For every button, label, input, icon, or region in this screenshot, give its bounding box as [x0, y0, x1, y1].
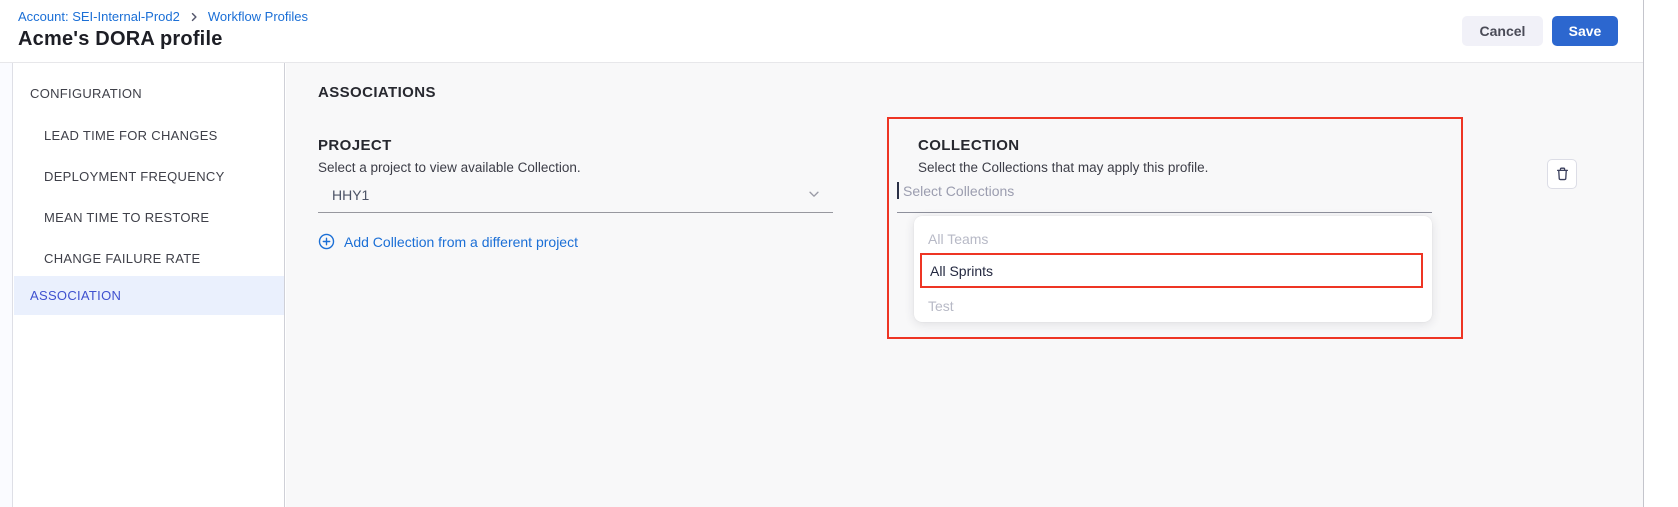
project-description: Select a project to view available Colle…	[318, 160, 581, 175]
chevron-down-icon	[807, 187, 821, 201]
chevron-right-icon	[188, 11, 200, 23]
collections-dropdown: All Teams All Sprints Test	[914, 216, 1432, 322]
trash-icon	[1555, 166, 1570, 182]
collections-input-underline	[897, 212, 1432, 213]
breadcrumb: Account: SEI-Internal-Prod2 Workflow Pro…	[18, 9, 308, 24]
project-select-value: HHY1	[332, 187, 369, 203]
page-title: Acme's DORA profile	[18, 28, 223, 51]
page-edge-divider	[1643, 0, 1644, 507]
collection-description: Select the Collections that may apply th…	[918, 160, 1208, 175]
page-header: Account: SEI-Internal-Prod2 Workflow Pro…	[0, 0, 1643, 63]
project-select[interactable]: HHY1	[318, 181, 833, 213]
sidebar-item-association[interactable]: ASSOCIATION	[14, 276, 284, 315]
sidebar-item-lead-time-for-changes[interactable]: LEAD TIME FOR CHANGES	[14, 120, 284, 150]
save-button[interactable]: Save	[1552, 16, 1618, 46]
collections-input-placeholder: Select Collections	[903, 183, 1014, 199]
associations-heading: ASSOCIATIONS	[318, 84, 436, 101]
app-window: Account: SEI-Internal-Prod2 Workflow Pro…	[0, 0, 1678, 507]
breadcrumb-workflow-profiles-link[interactable]: Workflow Profiles	[208, 9, 308, 24]
plus-circle-icon	[318, 233, 335, 250]
project-heading: PROJECT	[318, 137, 392, 154]
sidebar-item-mean-time-to-restore[interactable]: MEAN TIME TO RESTORE	[14, 202, 284, 232]
delete-association-button[interactable]	[1547, 159, 1577, 189]
dropdown-option-test[interactable]: Test	[920, 292, 1426, 320]
text-cursor	[897, 182, 899, 199]
dropdown-option-all-sprints[interactable]: All Sprints	[920, 253, 1423, 288]
left-gutter	[0, 63, 13, 507]
profile-nav-sidebar: CONFIGURATION LEAD TIME FOR CHANGES DEPL…	[14, 63, 285, 507]
project-select-underline	[318, 212, 833, 213]
add-collection-link[interactable]: Add Collection from a different project	[318, 233, 578, 250]
sidebar-item-change-failure-rate[interactable]: CHANGE FAILURE RATE	[14, 243, 284, 273]
collections-select-input[interactable]: Select Collections	[897, 182, 1432, 213]
breadcrumb-account-link[interactable]: Account: SEI-Internal-Prod2	[18, 9, 180, 24]
collection-heading: COLLECTION	[918, 137, 1020, 154]
dropdown-option-all-sprints-label: All Sprints	[930, 257, 1421, 285]
association-panel: ASSOCIATIONS PROJECT Select a project to…	[286, 63, 1643, 507]
sidebar-item-configuration[interactable]: CONFIGURATION	[14, 78, 284, 108]
dropdown-option-all-teams[interactable]: All Teams	[920, 225, 1426, 253]
add-collection-link-label: Add Collection from a different project	[344, 234, 578, 250]
cancel-button[interactable]: Cancel	[1462, 16, 1543, 46]
sidebar-item-deployment-frequency[interactable]: DEPLOYMENT FREQUENCY	[14, 161, 284, 191]
